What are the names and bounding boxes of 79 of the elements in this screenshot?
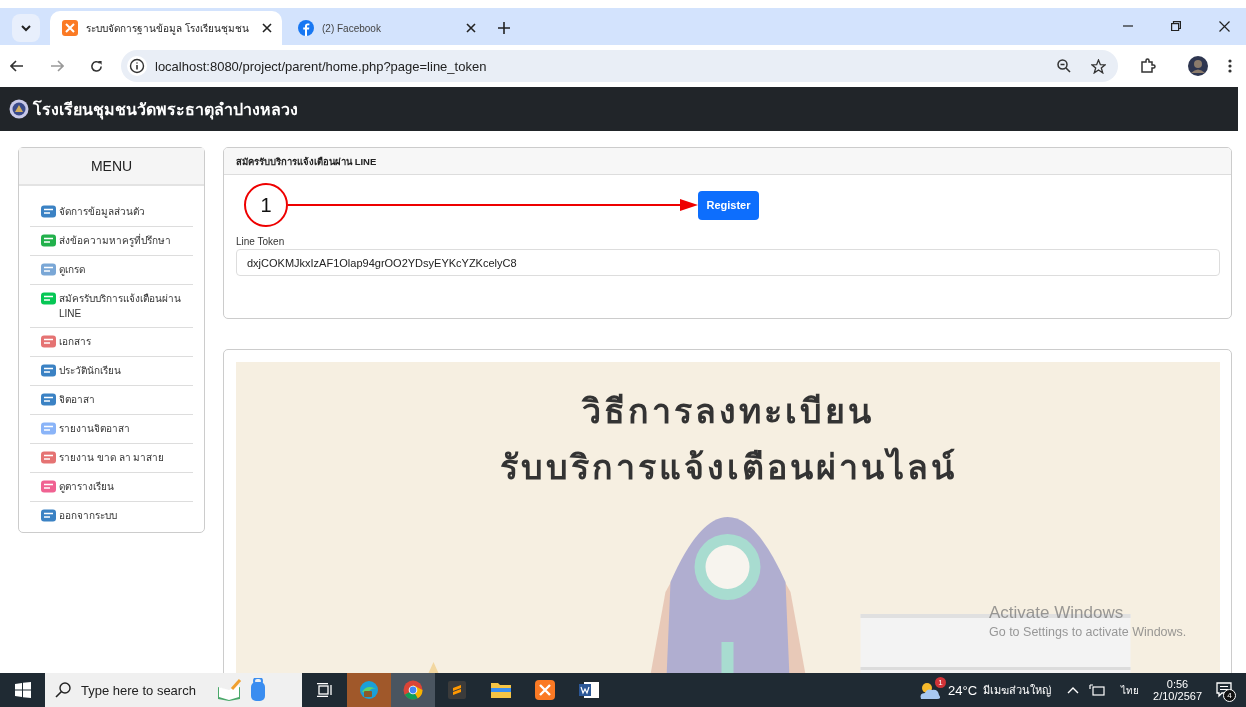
menu-title: MENU <box>19 148 204 186</box>
sublime-icon <box>448 681 466 699</box>
menu-item[interactable]: รายงาน ขาด ลา มาสาย <box>30 444 193 473</box>
chevron-down-icon <box>21 24 31 32</box>
reload-icon[interactable] <box>90 59 103 73</box>
menu-item[interactable]: รายงานจิตอาสา <box>30 415 193 444</box>
menu-item[interactable]: จิตอาสา <box>30 386 193 415</box>
menu-icon <box>41 335 56 348</box>
search-icon <box>55 682 71 698</box>
taskbar-search[interactable]: Type here to search <box>45 673 302 707</box>
facebook-icon <box>298 20 314 36</box>
clock[interactable]: 0:56 2/10/2567 <box>1153 678 1202 702</box>
back-icon[interactable] <box>10 60 24 72</box>
activation-title: Activate Windows <box>989 603 1125 623</box>
menu-icon <box>41 234 56 247</box>
star-icon[interactable] <box>1091 58 1106 74</box>
school-logo-icon <box>9 99 29 119</box>
menu-icon <box>41 263 56 276</box>
menu-item[interactable]: ดูเกรด <box>30 256 193 285</box>
language-indicator[interactable]: ไทย <box>1121 682 1140 698</box>
network-icon[interactable] <box>1089 684 1106 696</box>
search-field[interactable]: Type here to search <box>79 681 208 699</box>
temperature[interactable]: 24°C <box>948 682 978 698</box>
activation-text: Go to Settings to activate Windows. <box>989 625 1187 639</box>
browser-tab[interactable]: (2) Facebook <box>286 11 486 45</box>
menu-item[interactable]: ดูตารางเรียน <box>30 473 193 502</box>
menu-icon <box>41 509 56 522</box>
forward-icon[interactable] <box>50 60 64 72</box>
menu-icon <box>41 451 56 464</box>
menu-icon <box>41 205 56 218</box>
menu-icon <box>41 422 56 435</box>
notification-badge: 4 <box>1223 689 1236 702</box>
weather-text[interactable]: มีเมฆส่วนใหญ่ <box>983 681 1052 699</box>
task-view-icon <box>316 683 333 697</box>
menu-icon <box>41 480 56 493</box>
weather-badge: 1 <box>935 677 946 688</box>
menu-icon <box>41 292 56 305</box>
minimize-icon <box>1123 25 1133 27</box>
chrome-button[interactable] <box>391 673 435 707</box>
windows-icon <box>14 682 31 698</box>
restore-icon <box>1171 21 1181 31</box>
puzzle-icon[interactable] <box>1140 58 1156 74</box>
plus-icon <box>498 22 510 34</box>
weather-icon[interactable] <box>918 680 942 700</box>
guide-heading: วิธีการลงทะเบียน <box>582 391 874 432</box>
tab-list-button[interactable] <box>12 14 40 42</box>
guide-heading: รับบริการแจ้งเตือนผ่านไลน์ <box>499 446 957 488</box>
menu-icon <box>41 393 56 406</box>
info-icon[interactable] <box>127 56 147 76</box>
notification-icon[interactable] <box>1216 682 1232 698</box>
step-marker: 1 <box>244 183 288 227</box>
backpack-icon <box>250 678 266 702</box>
menu-item[interactable]: ออกจากระบบ <box>30 502 193 530</box>
avatar-icon[interactable] <box>1188 56 1208 76</box>
chevron-up-icon[interactable] <box>1067 686 1080 694</box>
edge-icon <box>359 680 379 700</box>
browser-tab[interactable]: ระบบจัดการฐานข้อมูล โรงเรียนชุมชน <box>50 11 282 45</box>
tab-title: ระบบจัดการฐานข้อมูล โรงเรียนชุมชน <box>86 21 250 36</box>
zoom-out-icon[interactable] <box>1057 59 1071 73</box>
menu-item[interactable]: ประวัตินักเรียน <box>30 357 193 386</box>
word-icon <box>579 681 599 699</box>
card-title: สมัครรับบริการแจ้งเตือนผ่าน LINE <box>236 154 377 169</box>
school-name[interactable]: โรงเรียนชุมชนวัดพระธาตุลำปางหลวง <box>33 96 298 122</box>
more-icon[interactable] <box>1228 59 1232 73</box>
menu-item[interactable]: สมัครรับบริการแจ้งเตือนผ่าน LINE <box>30 285 193 328</box>
menu-icon <box>41 364 56 377</box>
book-icon <box>216 679 242 701</box>
close-icon[interactable] <box>466 23 476 33</box>
line-token-field[interactable]: dxjCOKMJkxIzAF1Olap94grOO2YDsyEYKcYZKcelyC8 <box>236 249 1220 276</box>
chrome-icon <box>403 680 423 700</box>
register-button[interactable]: Register <box>698 190 759 220</box>
folder-icon <box>491 682 511 698</box>
field-label: Line Token <box>236 236 285 247</box>
tab-title: (2) Facebook <box>322 22 382 34</box>
menu-item[interactable]: ส่งข้อความหาครูที่ปรึกษา <box>30 227 193 256</box>
menu-item[interactable]: จัดการข้อมูลส่วนตัว <box>30 198 193 227</box>
close-icon <box>1218 20 1230 32</box>
close-icon[interactable] <box>262 23 272 33</box>
menu-item[interactable]: เอกสาร <box>30 328 193 357</box>
